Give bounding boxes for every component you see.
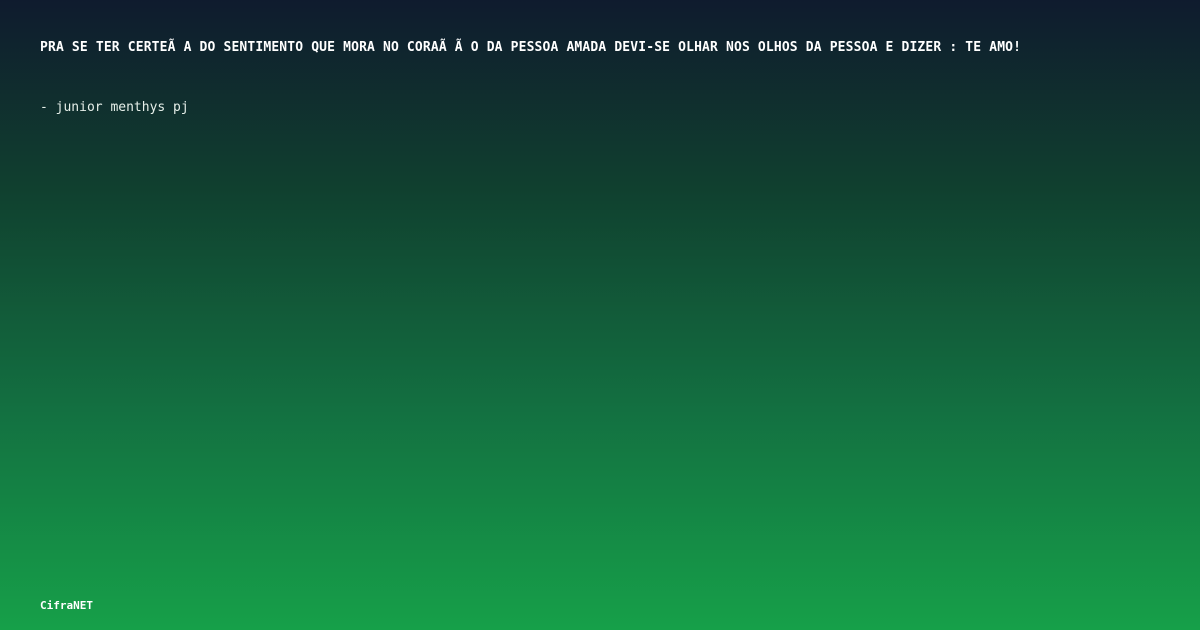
brand-logo-text: CifraNET	[40, 599, 93, 612]
quote-card: PRA SE TER CERTEÃ A DO SENTIMENTO QUE MO…	[0, 0, 1200, 630]
quote-text: PRA SE TER CERTEÃ A DO SENTIMENTO QUE MO…	[40, 40, 1022, 55]
quote-author: - junior menthys pj	[40, 100, 189, 115]
